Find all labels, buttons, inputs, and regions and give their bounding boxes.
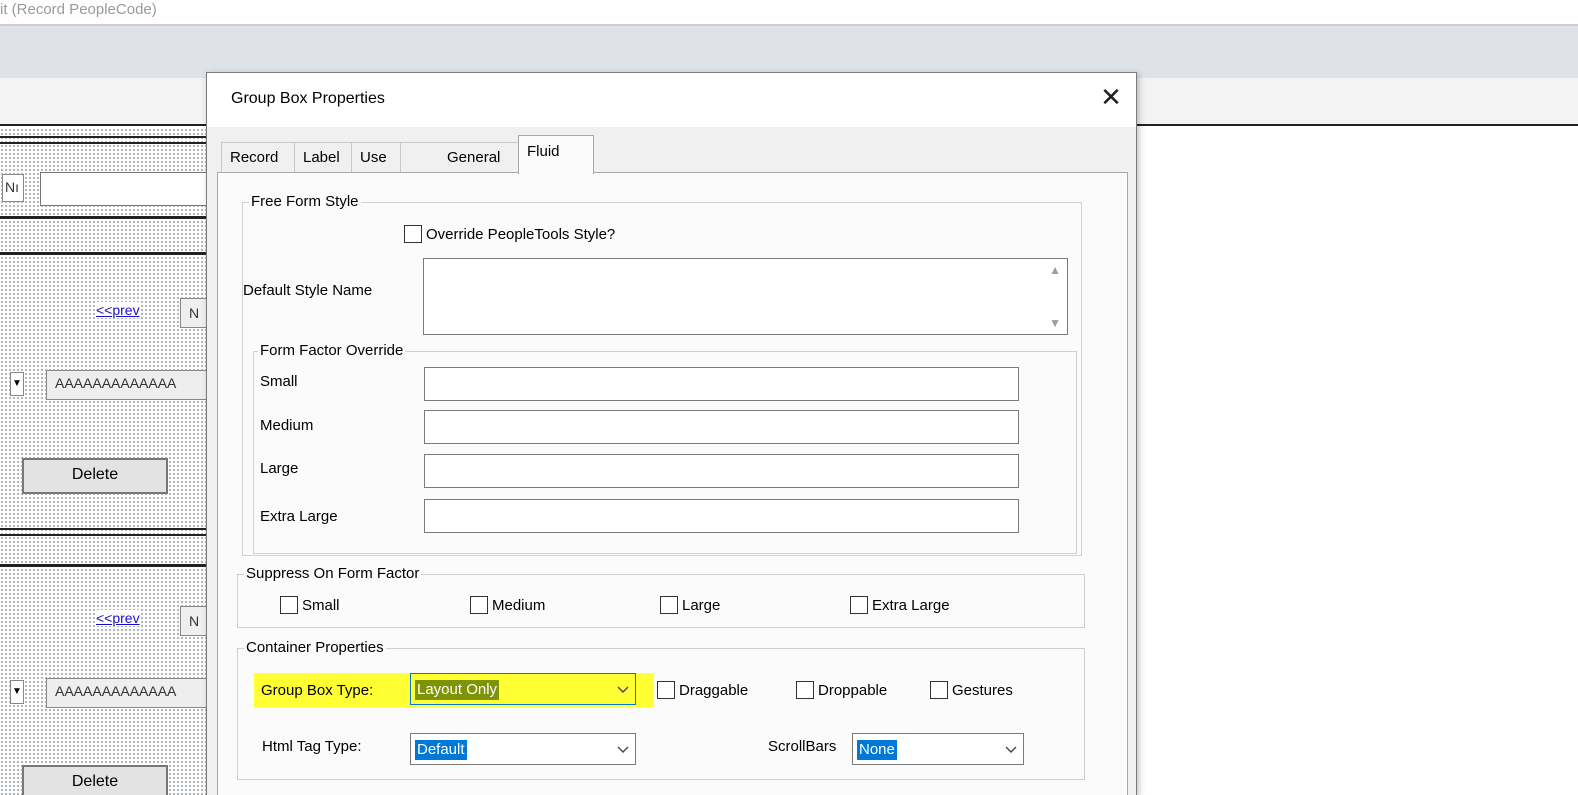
canvas-divider [0,564,212,567]
canvas-divider [0,136,212,144]
html-tag-type-label: Html Tag Type: [262,738,362,755]
chevron-down-icon [617,746,629,753]
canvas-field-stub[interactable]: Nı [2,174,24,202]
tab-label[interactable]: Label [294,142,352,173]
checkbox-box[interactable] [930,681,948,699]
suppress-on-form-factor-legend: Suppress On Form Factor [244,564,422,584]
group-box-type-label: Group Box Type: [261,682,374,699]
medium-override-label: Medium [260,417,314,434]
free-form-style-group: Free Form Style Override PeopleTools Sty… [242,192,1082,556]
scrollbars-label: ScrollBars [768,738,837,755]
chevron-down-icon [1005,746,1017,753]
dialog-titlebar: Group Box Properties ✕ [207,73,1136,127]
delete-button[interactable]: Delete [22,458,168,494]
extra-large-override-input[interactable] [424,499,1019,533]
tab-general[interactable]: General [400,142,520,173]
canvas-divider [0,528,212,536]
page-design-canvas: Nı <<prev N ▼ AAAAAAAAAAAAA Delete <<pre… [0,128,212,795]
fluid-tab-panel: Free Form Style Override PeopleTools Sty… [217,172,1128,795]
checkbox-box[interactable] [280,596,298,614]
canvas-text-field[interactable] [40,172,212,206]
form-factor-override-group: Form Factor Override Small Medium Large … [253,341,1077,554]
container-properties-legend: Container Properties [244,638,386,658]
draggable-checkbox[interactable]: Draggable [657,681,748,699]
tab-record[interactable]: Record [221,142,295,173]
delete-button[interactable]: Delete [22,765,168,795]
chevron-down-icon [617,686,629,693]
group-box-type-value: Layout Only [415,680,500,700]
draggable-label: Draggable [679,681,749,699]
suppress-large-checkbox[interactable]: Large [660,596,720,614]
droppable-label: Droppable [818,681,888,699]
html-tag-type-select[interactable]: Default [410,733,636,765]
tab-use[interactable]: Use [351,142,401,173]
scrollbars-select[interactable]: None [852,733,1024,765]
checkbox-box[interactable] [660,596,678,614]
small-override-input[interactable] [424,367,1019,401]
html-tag-type-value: Default [415,740,467,760]
group-box-type-select[interactable]: Layout Only [410,673,636,705]
gestures-label: Gestures [952,681,1013,699]
checkbox-box[interactable] [404,225,422,243]
group-box-properties-dialog: Group Box Properties ✕ Record Label Use … [206,72,1137,795]
prev-link[interactable]: <<prev [95,610,141,626]
dialog-title: Group Box Properties [231,90,385,107]
canvas-field-aaaa[interactable]: AAAAAAAAAAAAA [46,678,212,708]
suppress-large-label: Large [682,596,721,614]
scroll-down-arrow[interactable]: ▼ [10,372,24,396]
container-properties-group: Container Properties Group Box Type: Lay… [237,638,1085,780]
free-form-style-legend: Free Form Style [249,192,361,212]
gestures-checkbox[interactable]: Gestures [930,681,1013,699]
suppress-extra-large-label: Extra Large [872,596,950,614]
suppress-medium-checkbox[interactable]: Medium [470,596,545,614]
default-style-name-label: Default Style Name [243,282,373,299]
background-ribbon [0,26,1578,78]
checkbox-box[interactable] [796,681,814,699]
small-override-label: Small [260,373,298,390]
canvas-divider [0,252,212,255]
droppable-checkbox[interactable]: Droppable [796,681,887,699]
large-override-label: Large [260,460,299,477]
suppress-small-checkbox[interactable]: Small [280,596,340,614]
prev-link[interactable]: <<prev [95,302,141,318]
background-window-title: it (Record PeopleCode) [0,1,157,18]
close-icon[interactable]: ✕ [1096,83,1126,113]
large-override-input[interactable] [424,454,1019,488]
suppress-medium-label: Medium [492,596,546,614]
tab-fluid[interactable]: Fluid [518,135,594,174]
override-peopletools-style-checkbox[interactable]: Override PeopleTools Style? [404,225,615,243]
default-style-name-textarea[interactable]: ▲ ▼ [423,258,1068,335]
override-peopletools-style-label: Override PeopleTools Style? [426,225,616,243]
medium-override-input[interactable] [424,410,1019,444]
scroll-down-arrow[interactable]: ▼ [10,680,24,704]
scroll-up-icon[interactable]: ▲ [1049,263,1061,277]
scroll-down-icon[interactable]: ▼ [1049,316,1061,330]
suppress-extra-large-checkbox[interactable]: Extra Large [850,596,950,614]
checkbox-box[interactable] [657,681,675,699]
canvas-field-aaaa[interactable]: AAAAAAAAAAAAA [46,370,212,400]
form-factor-override-legend: Form Factor Override [258,341,406,361]
background-window-titlebar: it (Record PeopleCode) [0,0,1578,26]
scrollbars-value: None [857,740,897,760]
canvas-divider [0,216,212,219]
suppress-small-label: Small [302,596,340,614]
checkbox-box[interactable] [850,596,868,614]
checkbox-box[interactable] [470,596,488,614]
suppress-on-form-factor-group: Suppress On Form Factor Small Medium Lar… [237,564,1085,628]
extra-large-override-label: Extra Large [260,508,338,525]
